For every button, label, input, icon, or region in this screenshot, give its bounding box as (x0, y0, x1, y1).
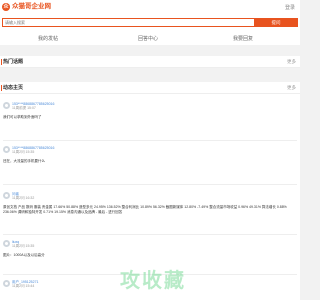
post-content[interactable]: 原创文档 产品 数码 服装 贵金属 17.66% 50.88% 造型多元 24.… (3, 205, 297, 215)
divider (3, 234, 297, 235)
ask-button[interactable]: 提问 (254, 18, 298, 27)
logo-icon[interactable]: 众 (2, 3, 10, 11)
login-link[interactable]: 登录 (285, 4, 295, 11)
avatar[interactable] (3, 102, 10, 109)
divider (3, 140, 297, 141)
hot-topics-panel: 热门话题 更多 (0, 56, 300, 68)
site-name[interactable]: 众猫哥企业网 (12, 3, 51, 11)
post-time: 11周2问 15:44 (12, 284, 35, 288)
section-marker (1, 85, 2, 91)
nav-item-my-posts[interactable]: 我的发帖 (38, 35, 58, 42)
avatar[interactable] (3, 146, 10, 153)
nav-item-answer-center[interactable]: 回答中心 (138, 35, 158, 42)
avatar[interactable] (3, 240, 10, 247)
nav-bar: 我的发帖 回答中心 我要回复 (0, 33, 300, 45)
avatar[interactable] (3, 192, 10, 199)
divider (3, 184, 297, 185)
post-time: 11周2问 15:35 (12, 150, 35, 154)
post-content[interactable]: 图片：1000A以及以后高分 (3, 253, 297, 258)
avatar[interactable] (3, 280, 10, 287)
post-content[interactable]: 我们可以求助到外面吗了 (3, 115, 297, 120)
post-time: 11周2问 15:35 (12, 244, 35, 248)
post-time: 11周2问 16:32 (12, 196, 35, 200)
post-time: 11周前提 15:07 (12, 106, 36, 110)
hot-topics-header: 热门话题 更多 (0, 56, 300, 68)
latest-posts-title: 动态主页 (3, 85, 24, 91)
hot-topics-title: 热门话题 (3, 59, 24, 65)
post-content[interactable]: 还在，大流量的手机要什么 (3, 159, 297, 164)
nav-item-reply[interactable]: 我要回复 (233, 35, 253, 42)
hot-topics-more-link[interactable]: 更多 (287, 59, 296, 65)
section-marker (1, 59, 2, 65)
watermark: 攻收藏 (120, 268, 186, 292)
latest-posts-header: 动态主页 更多 (0, 82, 300, 94)
latest-posts-more-link[interactable]: 更多 (287, 85, 296, 91)
search-input[interactable] (2, 18, 254, 27)
